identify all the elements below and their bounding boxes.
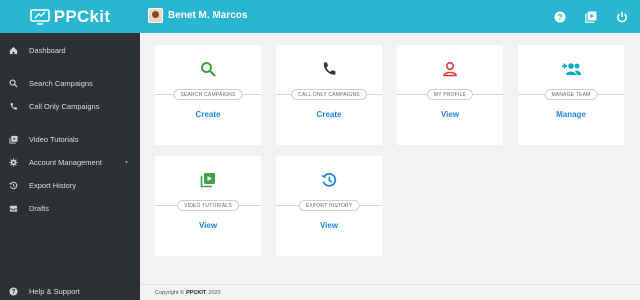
copyright-year: 2020 <box>208 289 221 296</box>
card-search-campaigns: SEARCH CAMPAIGNS Create <box>155 45 261 145</box>
svg-text:?: ? <box>557 12 562 21</box>
sidebar-item-label: Search Campaigns <box>29 78 93 88</box>
sidebar-item-export-history[interactable]: Export History <box>0 176 140 194</box>
card-video-tutorials: VIDEO TUTORIALS View <box>155 156 261 256</box>
card-my-profile: MY PROFILE View <box>397 45 503 145</box>
card-label: MY PROFILE <box>426 89 474 100</box>
phone-icon <box>8 101 18 111</box>
history-icon <box>321 172 337 192</box>
footer-brand: PPCKIT <box>186 289 207 296</box>
main-content: SEARCH CAMPAIGNS Create CALL ONLY CAMPAI… <box>140 33 640 300</box>
card-manage-team: MANAGE TEAM Manage <box>518 45 624 145</box>
footer: Copyright © PPCKIT 2020 <box>140 284 640 300</box>
user-name: Benet M. Marcos <box>168 10 248 21</box>
sidebar-item-video-tutorials[interactable]: Video Tutorials <box>0 130 140 148</box>
sidebar-item-search-campaigns[interactable]: Search Campaigns <box>0 74 140 92</box>
sidebar-item-label: Drafts <box>29 203 50 213</box>
card-label: MANAGE TEAM <box>544 89 598 100</box>
inbox-icon <box>8 203 18 213</box>
video-library-icon <box>200 172 216 192</box>
create-search-campaign-link[interactable]: Create <box>155 110 261 119</box>
manage-team-link[interactable]: Manage <box>518 110 624 119</box>
view-export-history-link[interactable]: View <box>276 221 382 230</box>
top-bar: PPCkit Benet M. Marcos ? <box>0 0 640 33</box>
sidebar: Dashboard Search Campaigns Call Only Cam… <box>0 33 140 300</box>
phone-icon <box>321 61 337 81</box>
brand-logo[interactable]: PPCkit <box>0 0 140 33</box>
sidebar-item-label: Account Management <box>29 157 102 167</box>
view-video-tutorials-link[interactable]: View <box>155 221 261 230</box>
sidebar-item-label: Call Only Campaigns <box>29 101 100 111</box>
help-icon: ? <box>8 286 18 296</box>
avatar <box>148 8 163 23</box>
copyright-prefix: Copyright © <box>155 289 185 296</box>
power-icon[interactable] <box>613 8 630 25</box>
card-label: EXPORT HISTORY <box>298 200 360 211</box>
search-icon <box>200 61 216 81</box>
sidebar-item-help-support[interactable]: ? Help & Support <box>0 282 140 300</box>
group-add-icon <box>560 61 582 81</box>
sidebar-item-call-only-campaigns[interactable]: Call Only Campaigns <box>0 97 140 115</box>
view-profile-link[interactable]: View <box>397 110 503 119</box>
svg-text:?: ? <box>11 288 15 295</box>
sidebar-item-drafts[interactable]: Drafts <box>0 199 140 217</box>
sidebar-item-label: Video Tutorials <box>29 134 79 144</box>
brand-name: PPCkit <box>53 6 111 26</box>
card-label: CALL ONLY CAMPAIGNS <box>291 89 367 100</box>
sidebar-item-dashboard[interactable]: Dashboard <box>0 41 140 59</box>
monitor-logo-icon <box>29 8 50 25</box>
chevron-down-icon: ▾ <box>124 160 128 166</box>
card-label: VIDEO TUTORIALS <box>177 200 239 211</box>
card-export-history: EXPORT HISTORY View <box>276 156 382 256</box>
sidebar-item-label: Help & Support <box>29 286 80 296</box>
video-library-icon[interactable] <box>582 8 599 25</box>
video-icon <box>8 134 18 144</box>
user-menu[interactable]: Benet M. Marcos <box>148 8 247 23</box>
history-icon <box>8 180 18 190</box>
sidebar-item-label: Export History <box>29 180 77 190</box>
sidebar-item-label: Dashboard <box>29 45 66 55</box>
gear-icon <box>8 157 18 167</box>
card-label: SEARCH CAMPAIGNS <box>173 89 243 100</box>
card-call-only-campaigns: CALL ONLY CAMPAIGNS Create <box>276 45 382 145</box>
help-icon[interactable]: ? <box>551 8 568 25</box>
sidebar-item-account-management[interactable]: Account Management ▾ <box>0 153 140 171</box>
person-icon <box>442 61 458 81</box>
search-icon <box>8 78 18 88</box>
home-icon <box>8 45 18 55</box>
create-call-only-campaign-link[interactable]: Create <box>276 110 382 119</box>
